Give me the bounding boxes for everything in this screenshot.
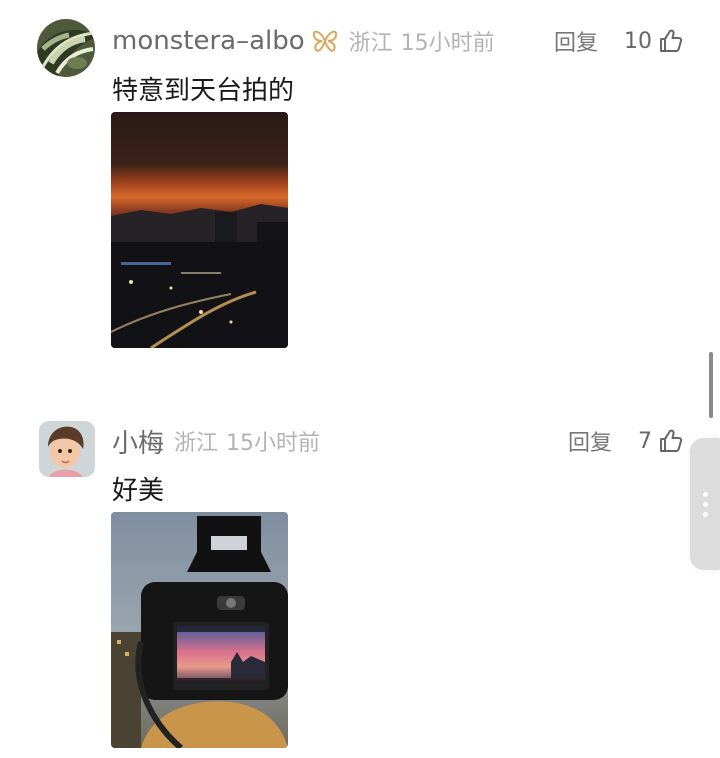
comment-item: monstera–albo 浙江 15小时前 回复 10 特意到天台拍的 xyxy=(0,0,720,380)
avatar[interactable] xyxy=(39,421,95,477)
more-dots-icon xyxy=(703,492,708,497)
comment-text: 好美 xyxy=(112,476,165,506)
more-dots-icon xyxy=(703,512,708,517)
thumbs-up-icon xyxy=(660,429,683,452)
reply-button[interactable]: 回复 xyxy=(568,425,612,457)
comment-header: monstera–albo 浙江 15小时前 回复 10 xyxy=(112,19,684,63)
sunset-city-photo-icon xyxy=(111,112,288,348)
username[interactable]: 小梅 xyxy=(112,423,164,460)
monstera-leaf-avatar-icon xyxy=(37,19,95,77)
camera-screen-photo-icon xyxy=(111,512,288,748)
avatar[interactable] xyxy=(37,19,95,77)
comment-photo[interactable] xyxy=(111,112,288,348)
timestamp: 15小时前 xyxy=(400,31,495,56)
like-button[interactable]: 7 xyxy=(638,428,684,454)
timestamp: 15小时前 xyxy=(226,431,321,456)
like-count: 10 xyxy=(624,28,652,54)
comment-meta: 浙江 15小时前 xyxy=(174,425,320,457)
comment-photo[interactable] xyxy=(111,512,288,748)
more-dots-icon xyxy=(703,502,708,507)
comment-item: 小梅 浙江 15小时前 回复 7 好美 xyxy=(0,400,720,758)
reply-button[interactable]: 回复 xyxy=(554,25,598,57)
side-menu-handle[interactable] xyxy=(690,438,720,570)
girl-portrait-avatar-icon xyxy=(39,421,95,477)
comment-header: 小梅 浙江 15小时前 回复 7 xyxy=(112,419,684,463)
like-button[interactable]: 10 xyxy=(624,28,684,54)
location: 浙江 xyxy=(348,31,393,56)
comment-meta: 浙江 15小时前 xyxy=(349,25,495,57)
butterfly-badge-icon xyxy=(311,29,339,53)
like-count: 7 xyxy=(638,428,652,454)
scrollbar[interactable] xyxy=(709,352,713,418)
location: 浙江 xyxy=(174,431,219,456)
comment-text: 特意到天台拍的 xyxy=(112,76,295,106)
thumbs-up-icon xyxy=(660,29,683,52)
username[interactable]: monstera–albo xyxy=(112,26,305,56)
